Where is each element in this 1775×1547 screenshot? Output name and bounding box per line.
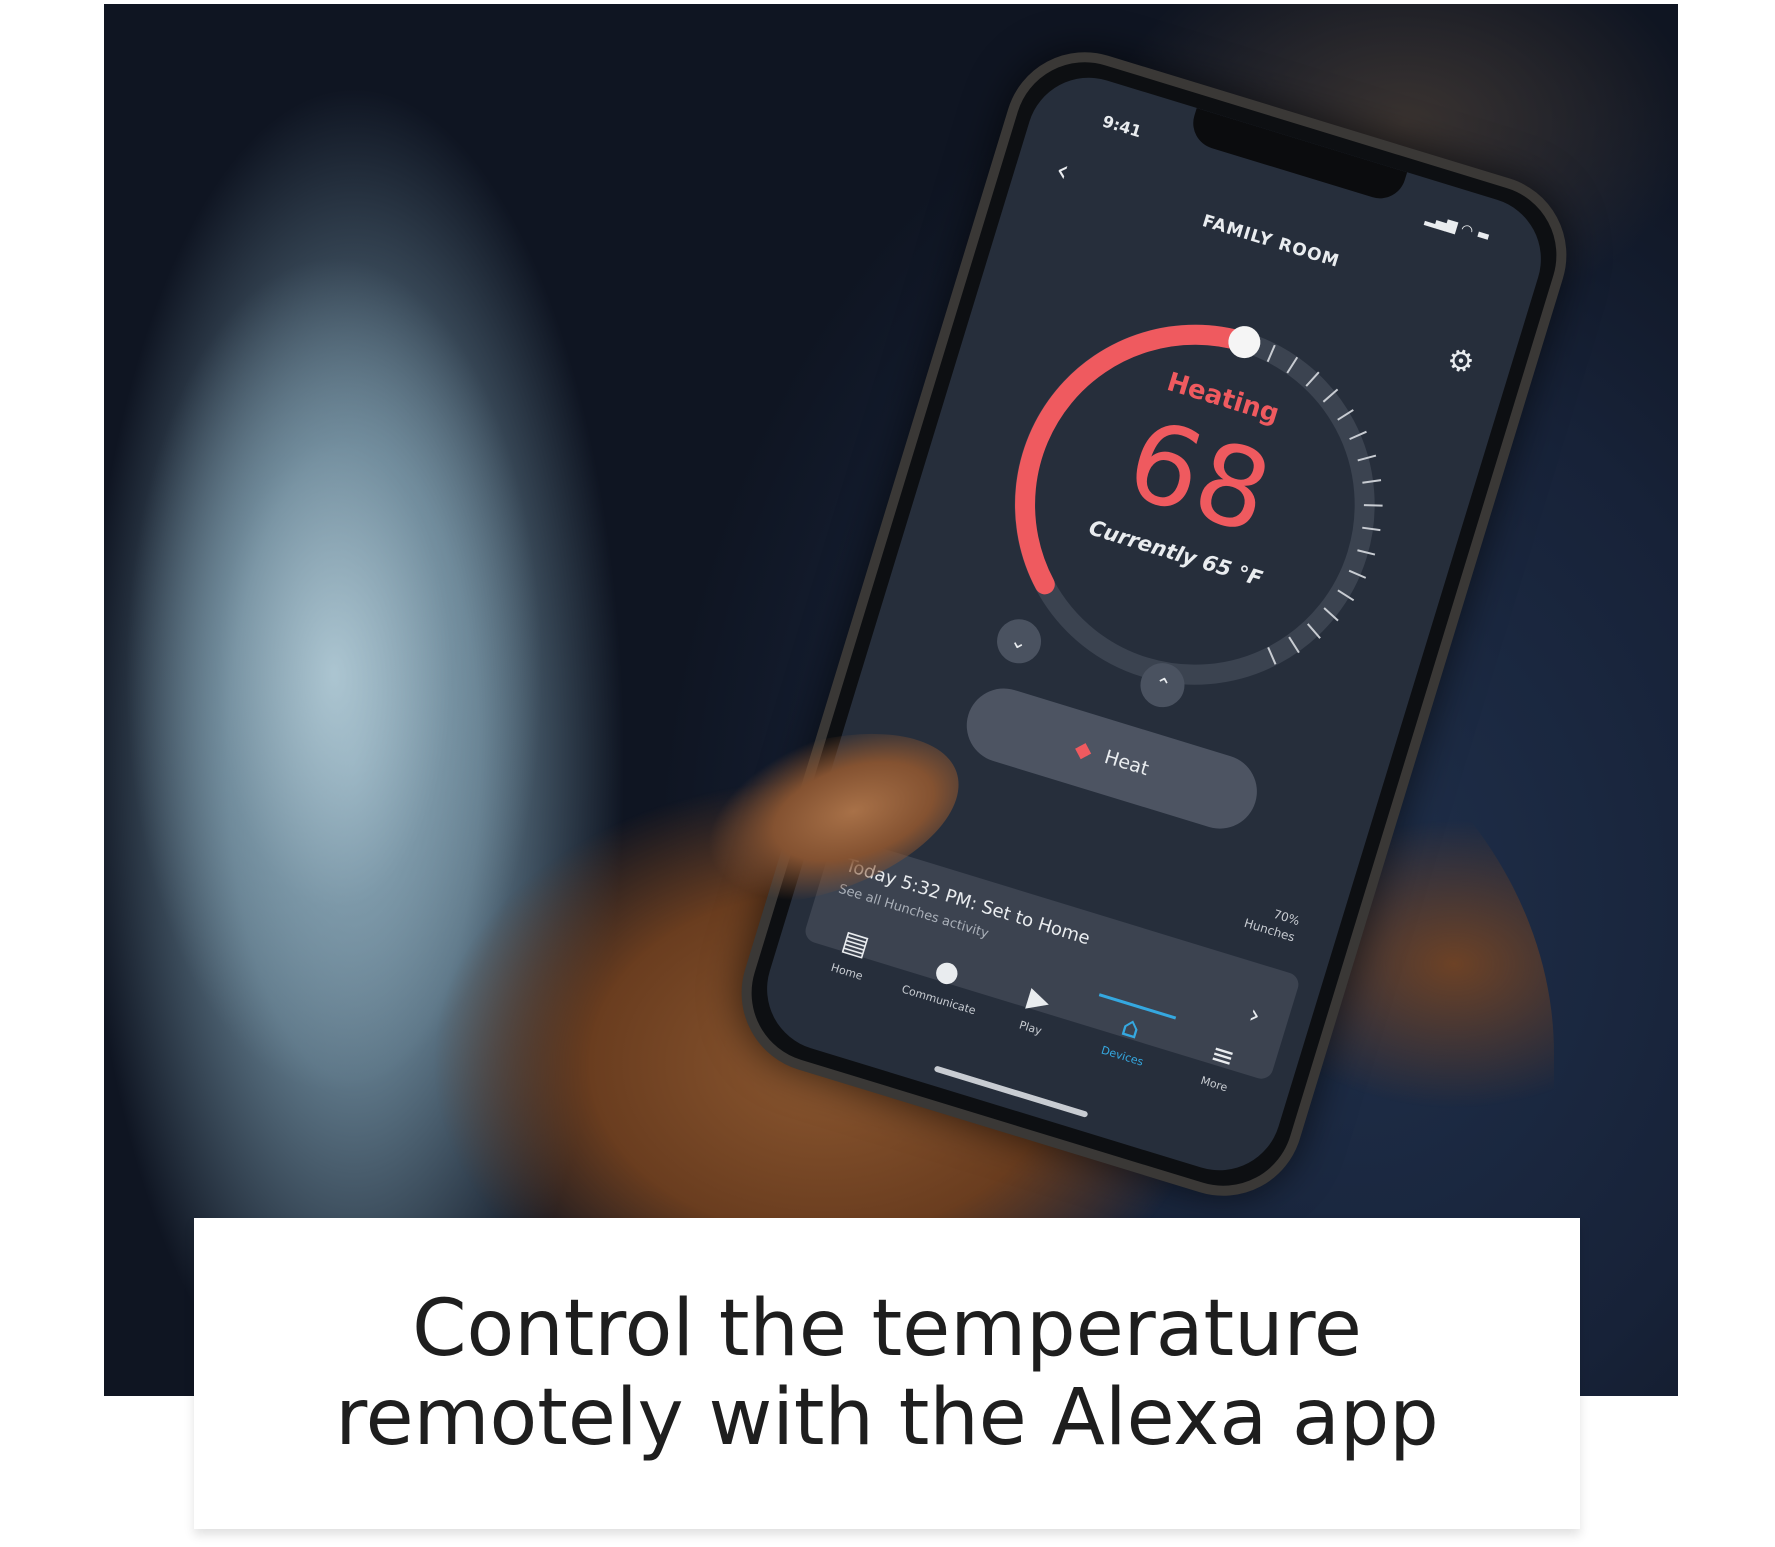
chevron-down-icon: ⌄ — [1007, 627, 1031, 656]
caption-box: Control the temperature remotely with th… — [194, 1218, 1580, 1529]
caption-line-1: Control the temperature — [412, 1283, 1362, 1374]
status-icons: ▂▄▆ ◠ ▬ — [1423, 210, 1493, 245]
nav-label: Home — [829, 960, 865, 983]
status-time: 9:41 — [1100, 111, 1144, 142]
caption-line-2: remotely with the Alexa app — [335, 1372, 1439, 1463]
chevron-right-icon: › — [1245, 999, 1265, 1032]
mode-label: Heat — [1101, 745, 1152, 781]
menu-icon: ≡ — [1206, 1036, 1239, 1075]
devices-house-icon: ⌂ — [1117, 1009, 1145, 1046]
play-icon: ▶ — [1024, 980, 1055, 1019]
nav-label: Devices — [1099, 1043, 1145, 1069]
chevron-up-icon: ⌃ — [1150, 671, 1175, 700]
background-photo: 9:41 ▂▄▆ ◠ ▬ ‹ FAMILY ROOM ⚙ Heating 68 … — [104, 4, 1678, 1396]
flame-icon: ◆ — [1071, 735, 1096, 765]
phone-notch — [1186, 107, 1408, 205]
home-icon: ▤ — [838, 923, 874, 963]
chat-bubble-icon: ● — [930, 951, 964, 991]
caption-text: Control the temperature remotely with th… — [295, 1283, 1479, 1463]
nav-label: More — [1199, 1073, 1230, 1095]
humidity-readout: 70% Hunches — [1242, 899, 1302, 946]
nav-label: Communicate — [900, 982, 978, 1018]
nav-label: Play — [1017, 1018, 1044, 1038]
